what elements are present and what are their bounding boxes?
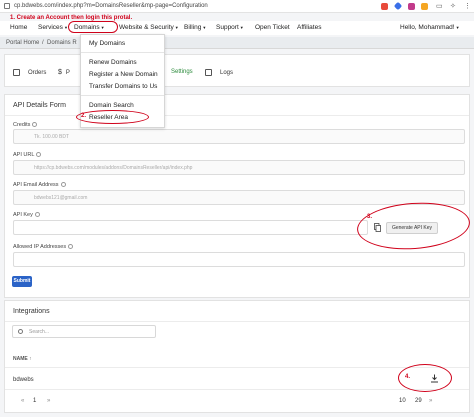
divider — [5, 115, 469, 116]
breadcrumb-current: Domains R — [47, 40, 77, 46]
browser-address-bar[interactable]: cp.bdwebs.com/index.php?m=DomainsReselle… — [0, 0, 474, 13]
address-url[interactable]: cp.bdwebs.com/index.php?m=DomainsReselle… — [14, 3, 208, 9]
breadcrumb: Portal Home / Domains R — [0, 37, 474, 49]
api-url-field: https://cp.bdwebs.com/modules/addons/Dom… — [13, 160, 465, 175]
api-key-field[interactable] — [13, 220, 368, 235]
credits-label: Credits — [13, 122, 38, 128]
nav-website-security-label: Website & Security — [119, 24, 174, 31]
api-email-label: API Email Address — [13, 182, 66, 188]
cart-icon — [13, 69, 20, 76]
annotation-reseller-oval — [76, 110, 149, 124]
logs-icon — [205, 69, 212, 76]
credits-label-text: Credits — [13, 122, 31, 128]
chevron-down-icon: ▼ — [174, 25, 179, 30]
help-icon — [34, 212, 40, 218]
help-icon — [60, 182, 66, 188]
breadcrumb-portal-home[interactable]: Portal Home — [6, 40, 39, 46]
help-icon — [32, 122, 38, 128]
submit-button[interactable]: Submit — [12, 276, 32, 287]
page-size-option[interactable]: 10 — [399, 398, 406, 404]
integrations-title: Integrations — [13, 308, 50, 315]
nav-services-label: Services — [38, 24, 63, 31]
cast-icon[interactable]: ▭ — [436, 3, 443, 10]
tab-settings[interactable]: Settings — [171, 69, 193, 75]
menu-separator — [81, 95, 164, 96]
extension-icon-blue[interactable] — [393, 1, 403, 11]
divider — [5, 321, 469, 322]
integrations-card: Integrations NAME ↑ bdwebs « 1 » 10 29 » — [4, 300, 470, 413]
reseller-tabs-card: Orders $ P Settings Logs — [4, 54, 470, 87]
nav-support[interactable]: Support▼ — [216, 24, 244, 31]
extension-icon-pink[interactable] — [408, 3, 415, 10]
chevron-down-icon: ▼ — [455, 25, 460, 30]
nav-affiliates[interactable]: Affiliates — [297, 24, 321, 31]
allowed-ip-label: Allowed IP Addresses — [13, 244, 74, 250]
tab-orders[interactable]: Orders — [13, 69, 46, 76]
menu-item-transfer-domains[interactable]: Transfer Domains to Us — [89, 83, 157, 90]
dollar-icon: $ — [58, 69, 62, 76]
tab-logs[interactable]: Logs — [205, 69, 233, 76]
help-icon — [68, 244, 74, 250]
nav-services[interactable]: Services▼ — [38, 24, 68, 31]
pager-prev[interactable]: « — [21, 398, 24, 404]
extension-icon-red[interactable] — [381, 3, 388, 10]
page-size-next[interactable]: » — [429, 398, 432, 404]
search-icon — [18, 329, 23, 334]
tab-orders-label: Orders — [28, 69, 47, 76]
api-details-card: API Details Form Credits Tk. 100.00 BDT … — [4, 94, 470, 298]
menu-item-renew-domains[interactable]: Renew Domains — [89, 59, 137, 66]
api-key-label: API Key — [13, 212, 40, 218]
menu-item-my-domains[interactable]: My Domains — [89, 40, 125, 47]
pager-next[interactable]: » — [47, 398, 50, 404]
divider — [5, 367, 469, 368]
allowed-ip-field[interactable] — [13, 252, 465, 267]
api-email-label-text: API Email Address — [13, 182, 59, 188]
lock-icon — [4, 3, 10, 9]
annotation-download-oval — [398, 364, 452, 392]
page-size-option[interactable]: 29 — [415, 398, 422, 404]
sort-arrow-icon: ↑ — [29, 356, 32, 362]
api-email-field: bdwebs121@gmail.com — [13, 190, 465, 205]
breadcrumb-separator: / — [42, 40, 44, 46]
search-input[interactable]: Search... — [12, 325, 156, 338]
menu-item-domain-search[interactable]: Domain Search — [89, 102, 134, 109]
api-key-label-text: API Key — [13, 212, 33, 218]
nav-billing-label: Billing — [184, 24, 202, 31]
nav-support-label: Support — [216, 24, 239, 31]
api-url-label-text: API URL — [13, 152, 35, 158]
credits-field: Tk. 100.00 BDT — [13, 129, 465, 144]
nav-website-security[interactable]: Website & Security▼ — [119, 24, 179, 31]
nav-home[interactable]: Home — [10, 24, 27, 31]
api-details-title: API Details Form — [13, 102, 66, 109]
nav-user-menu[interactable]: Hello, Mohammad!▼ — [400, 24, 460, 31]
name-column-header[interactable]: NAME ↑ — [13, 356, 32, 362]
nav-user-label: Hello, Mohammad! — [400, 24, 455, 31]
tab-p[interactable]: $ P — [58, 69, 70, 76]
name-column-label: NAME — [13, 356, 28, 362]
nav-billing[interactable]: Billing▼ — [184, 24, 206, 31]
menu-separator — [81, 52, 164, 53]
menu-item-register-domain[interactable]: Register a New Domain — [89, 71, 158, 78]
chevron-down-icon: ▼ — [239, 25, 244, 30]
tab-p-label: P — [65, 69, 70, 76]
divider — [5, 389, 469, 390]
chevron-down-icon: ▼ — [202, 25, 207, 30]
puzzle-icon[interactable]: ✧ — [450, 3, 456, 10]
pager-page[interactable]: 1 — [33, 398, 36, 404]
annotation-domains-circle — [68, 21, 118, 33]
tab-logs-label: Logs — [220, 69, 234, 76]
api-url-label: API URL — [13, 152, 42, 158]
integration-row-name: bdwebs — [13, 377, 34, 383]
extension-icon-star[interactable] — [421, 3, 428, 10]
menu-icon[interactable]: ⋮ — [464, 3, 471, 10]
help-icon — [36, 152, 42, 158]
allowed-ip-label-text: Allowed IP Addresses — [13, 244, 67, 250]
nav-open-ticket[interactable]: Open Ticket — [255, 24, 290, 31]
